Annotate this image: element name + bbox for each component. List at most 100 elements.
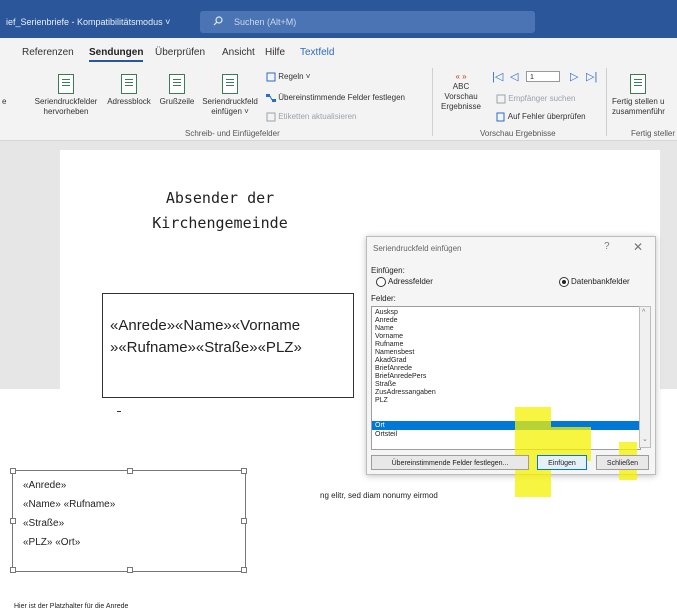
previous-record-icon[interactable]: ◁	[510, 70, 518, 83]
group-label-finish: Fertig steller	[631, 129, 676, 138]
address-block-button[interactable]: Adressblock	[103, 74, 155, 107]
fields-label: Felder:	[371, 294, 396, 303]
check-errors-icon	[496, 112, 505, 122]
finish-label2: zusammenführ	[612, 107, 665, 116]
group-label-preview: Vorschau Ergebnisse	[480, 129, 556, 138]
address-block-label: Adressblock	[107, 97, 151, 106]
scroll-down-icon[interactable]: ⌄	[642, 435, 648, 443]
address-block-icon	[121, 74, 137, 94]
tab-textfeld[interactable]: Textfeld	[300, 47, 334, 58]
footer-text[interactable]: Hier ist der Platzhalter für die Anrede	[14, 603, 128, 610]
insert-merge-field-label2: einfügen ˅	[211, 107, 249, 116]
tab-ueberpruefen[interactable]: Überprüfen	[155, 47, 205, 58]
list-item[interactable]: BriefAnrede	[375, 365, 412, 373]
close-icon[interactable]: ✕	[633, 240, 643, 254]
rules-label: Regeln ˅	[278, 72, 311, 82]
update-labels-button[interactable]: Etiketten aktualisieren	[266, 112, 357, 122]
document-title[interactable]: ief_Serienbriefe - Kompatibilitätsmodus …	[6, 17, 170, 27]
search-placeholder: Suchen (Alt+M)	[234, 17, 297, 27]
list-item[interactable]: Anrede	[375, 317, 398, 325]
list-item[interactable]: PLZ	[375, 397, 388, 405]
finish-merge-button[interactable]: Fertig stellen u zusammenführ	[612, 74, 677, 117]
record-navigation: |◁ ◁ 1 ▷ ▷|	[492, 70, 610, 84]
list-item[interactable]: Ausksp	[375, 309, 398, 317]
resize-handle[interactable]	[241, 518, 247, 524]
list-item[interactable]: Name	[375, 325, 394, 333]
resize-handle[interactable]	[10, 567, 16, 573]
list-item[interactable]: Vorname	[375, 333, 403, 341]
ribbon-cut-label: e	[2, 97, 7, 106]
group-label-write-insert: Schreib- und Einfügefelder	[185, 129, 280, 138]
resize-handle[interactable]	[10, 468, 16, 474]
address-line1: «Anrede»	[23, 480, 67, 491]
find-recipient-button[interactable]: Empfänger suchen	[496, 94, 575, 104]
address-line4: «PLZ» «Ort»	[23, 537, 81, 548]
help-icon[interactable]: ?	[604, 241, 610, 252]
greeting-line-button[interactable]: Grußzeile	[156, 74, 198, 107]
list-item[interactable]: AkadGrad	[375, 357, 407, 365]
tab-sendungen[interactable]: Sendungen	[89, 47, 144, 62]
list-item[interactable]: ZusAdressangaben	[375, 389, 436, 397]
body-text[interactable]: ng elitr, sed diam nonumy eirmod	[320, 491, 438, 500]
check-errors-button[interactable]: Auf Fehler überprüfen	[496, 112, 586, 122]
update-labels-icon	[266, 112, 276, 122]
greeting-line-label: Grußzeile	[159, 97, 195, 106]
resize-handle[interactable]	[127, 468, 133, 474]
merge-field-textbox[interactable]: «Anrede»«Name»«Vorname »«Rufname»«Straße…	[102, 293, 354, 398]
search-box[interactable]: Suchen (Alt+M)	[200, 11, 535, 33]
check-errors-label: Auf Fehler überprüfen	[507, 112, 586, 122]
insert-merge-field-icon	[222, 74, 238, 94]
next-record-icon[interactable]: ▷	[570, 70, 578, 83]
match-fields-icon	[266, 94, 276, 102]
preview-results-button[interactable]: « » ABC Vorschau Ergebnisse	[438, 72, 484, 112]
find-recipient-icon	[496, 94, 506, 104]
sender-heading[interactable]: Absender der Kirchengemeinde	[150, 186, 290, 236]
resize-handle[interactable]	[241, 468, 247, 474]
address-fields-label[interactable]: Adressfelder	[388, 277, 433, 286]
close-button[interactable]: Schließen	[596, 455, 649, 470]
text-fragment-mark	[117, 411, 121, 412]
match-fields-button[interactable]: Übereinstimmende Felder festlegen	[266, 93, 405, 103]
database-fields-radio[interactable]	[559, 277, 569, 287]
sender-heading-line1: Absender der	[165, 189, 275, 207]
fields-listbox[interactable]: Ausksp Anrede Name Vorname Rufname Namen…	[371, 306, 641, 450]
record-number-input[interactable]: 1	[526, 71, 560, 82]
resize-handle[interactable]	[241, 567, 247, 573]
list-item[interactable]: Ortsteil	[375, 431, 397, 439]
selected-field-highlight	[372, 421, 639, 430]
rules-button[interactable]: Regeln ˅	[266, 72, 310, 82]
insert-label: Einfügen:	[371, 266, 405, 275]
database-fields-label[interactable]: Datenbankfelder	[571, 277, 630, 286]
merge-field-line1: «Anrede»«Name»«Vorname	[110, 317, 301, 334]
resize-handle[interactable]	[10, 518, 16, 524]
preview-label1: Vorschau	[444, 92, 478, 101]
match-fields-dialog-button[interactable]: Übereinstimmende Felder festlegen...	[371, 455, 529, 470]
ribbon-separator-2	[606, 68, 607, 136]
last-record-icon[interactable]: ▷|	[586, 70, 597, 83]
preview-chevrons-icon: « »	[455, 72, 467, 81]
highlight-fields-button[interactable]: Seriendruckfelder hervorheben	[30, 74, 102, 117]
sender-heading-line2: Kirchengemeinde	[152, 214, 288, 232]
list-item[interactable]: BriefAnredePers	[375, 373, 426, 381]
tab-ansicht[interactable]: Ansicht	[222, 47, 255, 58]
tab-hilfe[interactable]: Hilfe	[265, 47, 285, 58]
preview-abc: ABC	[452, 82, 470, 91]
list-item-selected[interactable]: Ort	[375, 422, 385, 430]
tab-referenzen[interactable]: Referenzen	[22, 47, 74, 58]
insert-button[interactable]: Einfügen	[537, 455, 587, 470]
address-fields-radio[interactable]	[376, 277, 386, 287]
insert-merge-field-dialog: Seriendruckfeld einfügen ? ✕ Einfügen: A…	[366, 236, 656, 497]
resize-handle[interactable]	[127, 567, 133, 573]
address-textbox[interactable]: «Anrede» «Name» «Rufname» «Straße» «PLZ»…	[10, 468, 247, 573]
list-item[interactable]: Rufname	[375, 341, 403, 349]
finish-label1: Fertig stellen u	[612, 97, 665, 106]
list-item[interactable]: Namensbest	[375, 349, 414, 357]
first-record-icon[interactable]: |◁	[492, 70, 503, 83]
fields-scrollbar[interactable]: ^ ⌄	[639, 306, 651, 448]
list-item[interactable]: Straße	[375, 381, 396, 389]
update-labels-label: Etiketten aktualisieren	[278, 112, 357, 122]
ribbon-separator	[432, 68, 433, 136]
scroll-up-icon[interactable]: ^	[642, 309, 645, 316]
merge-field-line2: »«Rufname»«Straße»«PLZ»	[110, 339, 302, 356]
insert-merge-field-button[interactable]: Seriendruckfeld einfügen ˅	[199, 74, 261, 117]
